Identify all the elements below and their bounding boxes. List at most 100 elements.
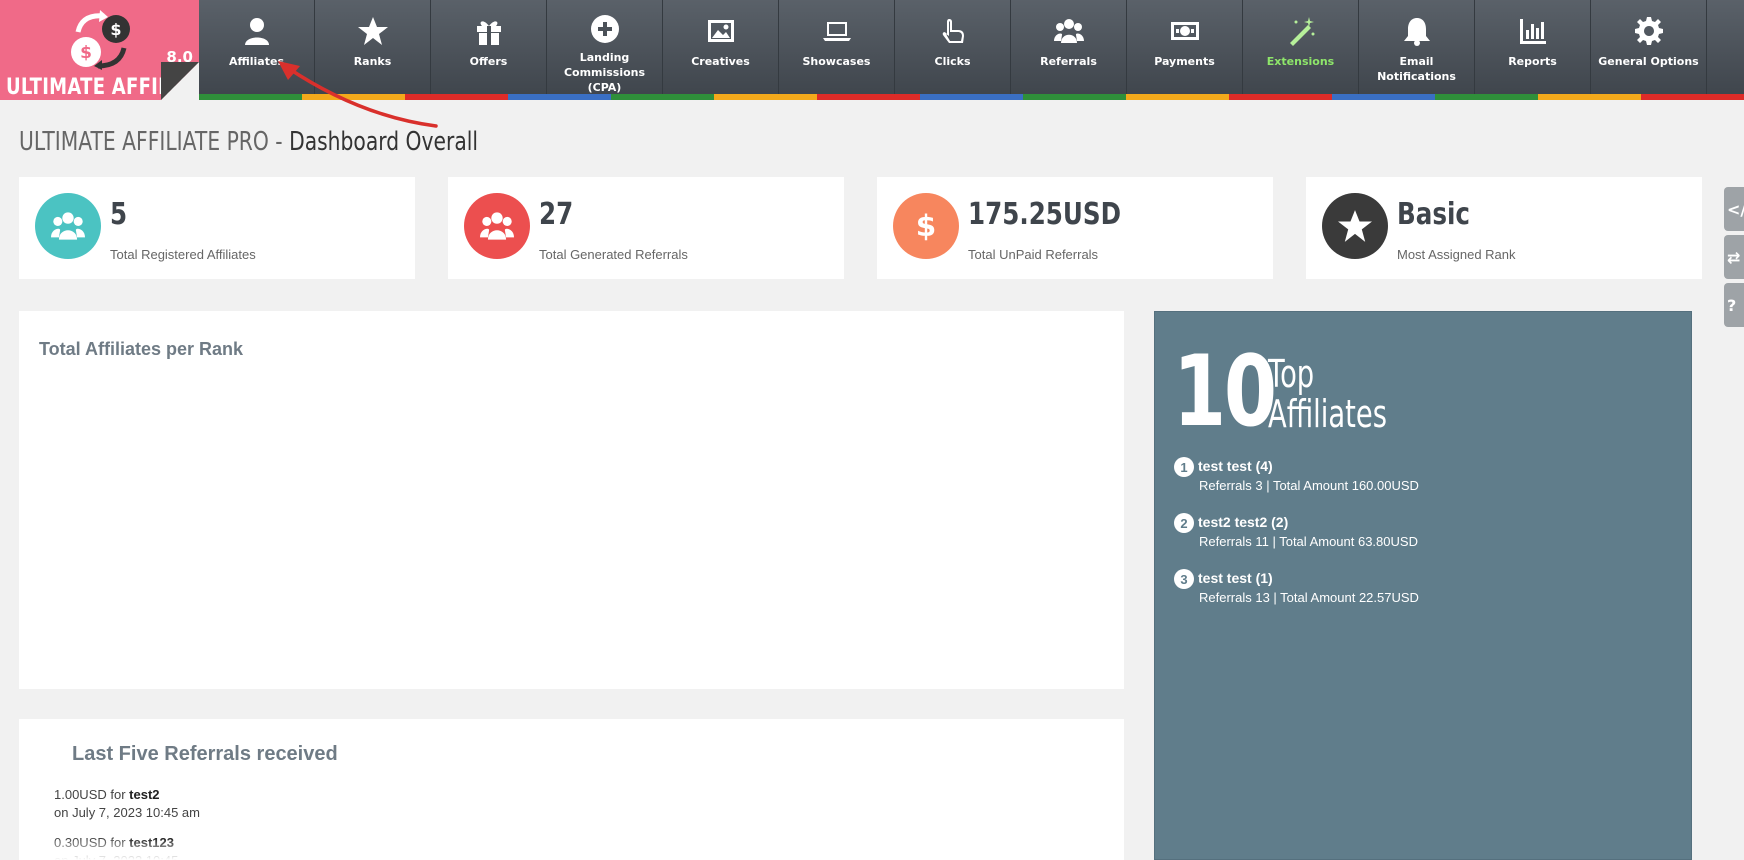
nav-item-label: Referrals [1040, 55, 1097, 68]
referrals-fade [19, 838, 1124, 860]
main-nav: Affiliates Ranks Offers Landing Commissions… [199, 0, 1707, 94]
stat-card: Basic Most Assigned Rank [1306, 177, 1702, 279]
color-strip-segment [920, 94, 1023, 100]
affiliate-meta: Referrals 3 | Total Amount 160.00USD [1199, 478, 1419, 493]
affiliate-name[interactable]: test test (4) [1198, 458, 1273, 474]
color-strip-segment [1229, 94, 1332, 100]
color-strip-segment [714, 94, 817, 100]
nav-item-creatives[interactable]: Creatives [663, 0, 779, 94]
affiliate-meta: Referrals 11 | Total Amount 63.80USD [1199, 534, 1418, 549]
plus-circle-icon [588, 14, 622, 44]
user-icon [240, 14, 274, 48]
nav-item-affiliates[interactable]: Affiliates [199, 0, 315, 94]
image-icon [704, 14, 738, 48]
color-strip-segment [405, 94, 508, 100]
star-icon [1322, 193, 1388, 259]
color-strip-segment [1435, 94, 1538, 100]
color-strip-segment [199, 94, 302, 100]
last-referrals-title: Last Five Referrals received [72, 743, 338, 765]
dollar-icon: $ [893, 193, 959, 259]
top-affiliates-word-top: Top [1268, 352, 1315, 396]
nav-item-label: Offers [469, 55, 508, 68]
stat-caption: Total Registered Affiliates [110, 247, 256, 262]
nav-item-ranks[interactable]: Ranks [315, 0, 431, 94]
affiliate-name[interactable]: test2 test2 (2) [1198, 514, 1288, 530]
color-strip-segment [817, 94, 920, 100]
page-title-main: ULTIMATE AFFILIATE PRO - [19, 127, 290, 157]
nav-item-reports[interactable]: Reports [1475, 0, 1591, 94]
nav-item-label: Email Notifications [1377, 55, 1456, 83]
coins-logo-icon: $ $ [71, 10, 130, 70]
color-strip-segment [1126, 94, 1229, 100]
page-title: ULTIMATE AFFILIATE PRO - Dashboard Overa… [19, 127, 478, 157]
stat-value: 5 [110, 197, 128, 232]
affiliate-rank-badge: 3 [1174, 569, 1194, 589]
ultimate-affiliate-logo[interactable]: $ $ 8.0 ULTIMATE AFFILIATE [0, 0, 199, 100]
color-strip-segment [1023, 94, 1126, 100]
nav-item-label: General Options [1598, 55, 1699, 68]
color-strip-segment [1641, 94, 1744, 100]
color-strip-segment [508, 94, 611, 100]
color-strip-segment [611, 94, 714, 100]
nav-item-general[interactable]: General Options [1591, 0, 1707, 94]
stat-value: 175.25USD [968, 197, 1122, 232]
top-navigation-bar: $ $ 8.0 ULTIMATE AFFILIATE Affiliates Ran… [0, 0, 1744, 100]
gear-icon [1632, 14, 1666, 48]
nav-item-offers[interactable]: Offers [431, 0, 547, 94]
nav-item-email[interactable]: Email Notifications [1359, 0, 1475, 94]
money-icon [1168, 14, 1202, 48]
users-icon [464, 193, 530, 259]
users-icon [35, 193, 101, 259]
nav-item-clicks[interactable]: Clicks [895, 0, 1011, 94]
stat-value: Basic [1397, 197, 1471, 232]
nav-item-showcases[interactable]: Showcases [779, 0, 895, 94]
referral-for-word: for [110, 787, 126, 802]
users-icon [1052, 14, 1086, 48]
chart-title: Total Affiliates per Rank [39, 339, 244, 359]
stat-card: $175.25USD Total UnPaid Referrals [877, 177, 1273, 279]
nav-item-referrals[interactable]: Referrals [1011, 0, 1127, 94]
nav-item-label: Landing Commissions (CPA) [563, 51, 646, 94]
stat-card: 5 Total Registered Affiliates [19, 177, 415, 279]
bell-icon [1400, 14, 1434, 48]
nav-item-extensions[interactable]: Extensions [1243, 0, 1359, 94]
color-strip [199, 94, 1744, 100]
nav-item-label: Affiliates [228, 55, 284, 68]
referral-user: test2 [129, 787, 160, 802]
last-referrals-panel: Last Five Referrals received 1.00USD for… [19, 719, 1124, 860]
swap-icon[interactable]: ⇄ [1724, 235, 1744, 279]
code-icon[interactable]: </ [1724, 187, 1744, 231]
affiliate-name[interactable]: test test (1) [1198, 570, 1273, 586]
affiliate-rank-badge: 1 [1174, 457, 1194, 477]
stat-value: 27 [539, 197, 574, 232]
stat-caption: Most Assigned Rank [1397, 247, 1516, 262]
nav-item-label: Payments [1154, 55, 1215, 68]
referral-item: 1.00USD for test2 on July 7, 2023 10:45 a… [54, 786, 200, 822]
nav-item-label: Extensions [1266, 55, 1335, 68]
svg-text:$: $ [916, 209, 937, 243]
stat-caption: Total Generated Referrals [539, 247, 688, 262]
stat-card: 27 Total Generated Referrals [448, 177, 844, 279]
laptop-icon [820, 14, 854, 48]
magic-wand-icon [1284, 14, 1318, 48]
nav-item-landing[interactable]: Landing Commissions (CPA) [547, 0, 663, 94]
help-icon[interactable]: ? [1724, 283, 1744, 327]
referral-date: on July 7, 2023 10:45 am [54, 805, 200, 820]
nav-item-label: Creatives [691, 55, 750, 68]
affiliates-per-rank-panel: Total Affiliates per Rank [19, 311, 1124, 689]
star-icon [356, 14, 390, 48]
referral-amount: 1.00USD [54, 787, 107, 802]
bar-chart-icon [1516, 14, 1550, 48]
page-title-sub: Dashboard Overall [289, 127, 479, 157]
affiliate-meta: Referrals 13 | Total Amount 22.57USD [1199, 590, 1419, 605]
nav-item-label: Clicks [934, 55, 971, 68]
svg-text:$: $ [110, 20, 121, 39]
nav-item-label: Showcases [802, 55, 871, 68]
color-strip-segment [302, 94, 405, 100]
stat-caption: Total UnPaid Referrals [968, 247, 1099, 262]
top-affiliates-panel: 10 Top Affiliates 1 test test (4) Referral… [1154, 311, 1692, 860]
nav-item-payments[interactable]: Payments [1127, 0, 1243, 94]
svg-text:$: $ [80, 43, 92, 63]
gift-icon [472, 14, 506, 48]
pointer-hand-icon [936, 14, 970, 48]
